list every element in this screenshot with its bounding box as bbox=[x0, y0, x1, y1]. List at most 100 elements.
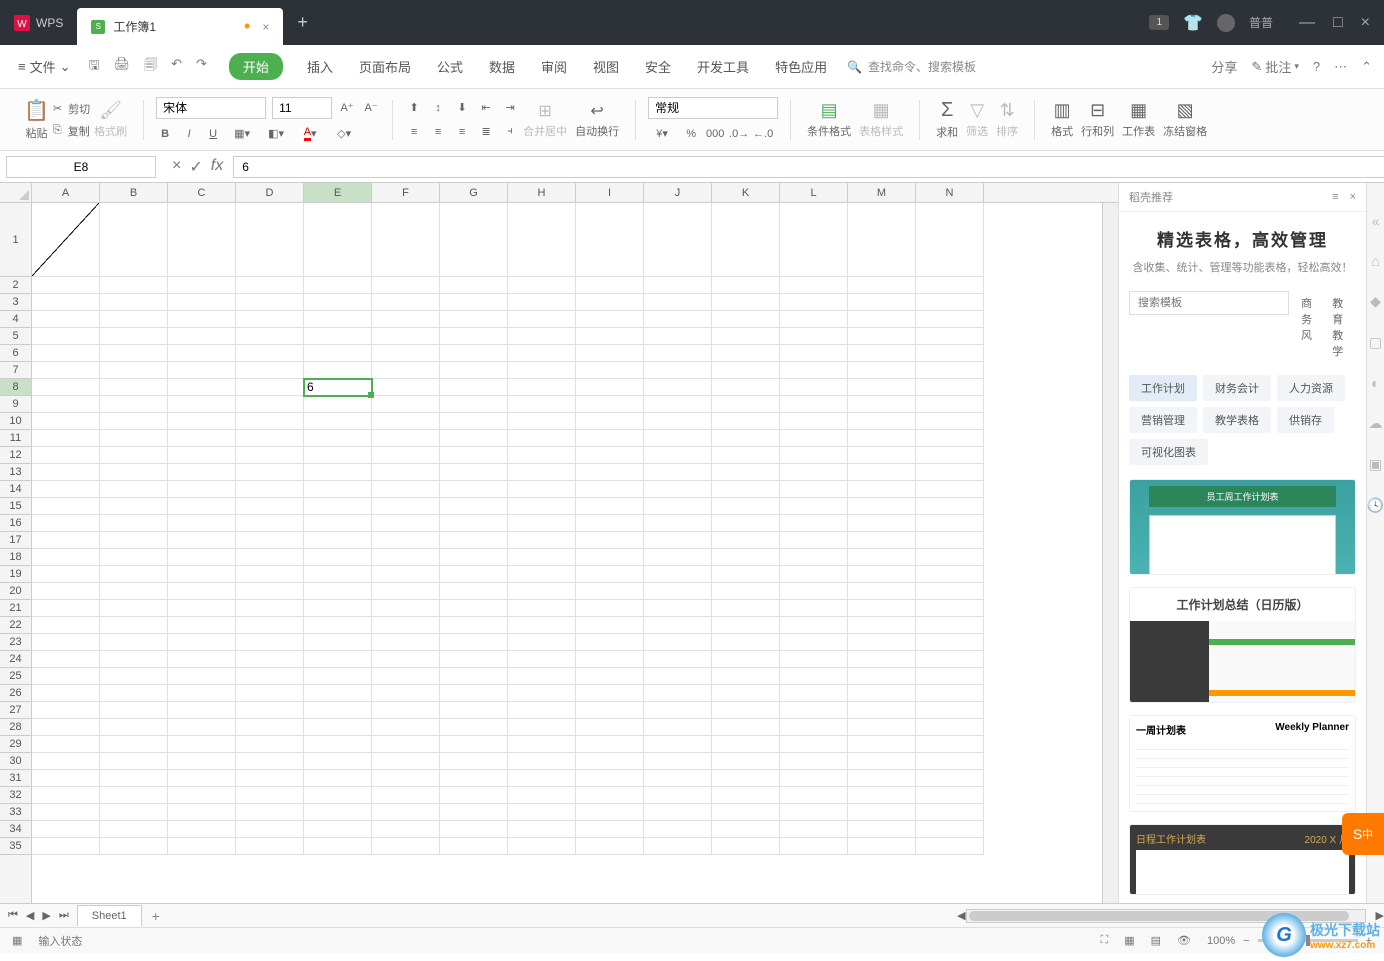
cell[interactable] bbox=[576, 481, 644, 498]
cell[interactable] bbox=[32, 396, 100, 413]
cell[interactable] bbox=[100, 566, 168, 583]
font-name-select[interactable] bbox=[156, 97, 266, 119]
cell[interactable] bbox=[644, 821, 712, 838]
cell[interactable] bbox=[372, 481, 440, 498]
cell[interactable] bbox=[712, 549, 780, 566]
cell[interactable] bbox=[916, 362, 984, 379]
currency-icon[interactable]: ¥▾ bbox=[648, 125, 676, 143]
comma-icon[interactable]: 000 bbox=[706, 125, 724, 143]
cell[interactable] bbox=[916, 498, 984, 515]
cell[interactable] bbox=[508, 753, 576, 770]
cell[interactable] bbox=[848, 498, 916, 515]
row-header[interactable]: 33 bbox=[0, 804, 31, 821]
cell[interactable] bbox=[712, 515, 780, 532]
row-header[interactable]: 9 bbox=[0, 396, 31, 413]
sidebar-backup-icon[interactable]: ☁ bbox=[1369, 415, 1383, 432]
cancel-formula-icon[interactable]: × bbox=[172, 157, 181, 177]
cell[interactable] bbox=[848, 294, 916, 311]
copy-button[interactable]: ⎘复制 bbox=[53, 123, 90, 139]
cell[interactable] bbox=[712, 617, 780, 634]
cell[interactable] bbox=[304, 498, 372, 515]
cell[interactable] bbox=[780, 311, 848, 328]
wps-logo[interactable]: W WPS bbox=[0, 0, 77, 45]
cell[interactable] bbox=[440, 464, 508, 481]
cell[interactable] bbox=[848, 583, 916, 600]
cell[interactable] bbox=[304, 838, 372, 855]
sheet-nav-last-icon[interactable]: ⏭ bbox=[59, 909, 69, 922]
menu-tab-6[interactable]: 视图 bbox=[591, 53, 621, 80]
cell[interactable] bbox=[168, 464, 236, 481]
cell[interactable] bbox=[576, 464, 644, 481]
cell[interactable] bbox=[32, 464, 100, 481]
help-icon[interactable]: ? bbox=[1313, 59, 1320, 74]
cell[interactable] bbox=[712, 413, 780, 430]
row-header[interactable]: 3 bbox=[0, 294, 31, 311]
cell[interactable] bbox=[304, 328, 372, 345]
cell[interactable] bbox=[304, 617, 372, 634]
cell[interactable] bbox=[304, 770, 372, 787]
cell[interactable] bbox=[712, 294, 780, 311]
cell[interactable] bbox=[644, 328, 712, 345]
cell[interactable] bbox=[916, 464, 984, 481]
cell[interactable] bbox=[916, 583, 984, 600]
view-page-icon[interactable]: ▤ bbox=[1151, 934, 1161, 947]
cell[interactable] bbox=[848, 702, 916, 719]
cell[interactable] bbox=[508, 787, 576, 804]
merge-center-button[interactable]: ⊞ 合并居中 bbox=[519, 101, 571, 139]
cell[interactable] bbox=[848, 736, 916, 753]
cell[interactable] bbox=[32, 600, 100, 617]
cell[interactable] bbox=[100, 345, 168, 362]
cell[interactable] bbox=[32, 804, 100, 821]
cell[interactable] bbox=[32, 515, 100, 532]
close-window-icon[interactable]: × bbox=[1361, 14, 1370, 32]
cell[interactable] bbox=[916, 753, 984, 770]
cell[interactable] bbox=[100, 294, 168, 311]
percent-icon[interactable]: % bbox=[682, 125, 700, 143]
template-tag[interactable]: 教学表格 bbox=[1203, 407, 1271, 433]
cell[interactable] bbox=[372, 515, 440, 532]
row-header[interactable]: 27 bbox=[0, 702, 31, 719]
row-header[interactable]: 17 bbox=[0, 532, 31, 549]
cell[interactable] bbox=[644, 600, 712, 617]
cell[interactable] bbox=[712, 719, 780, 736]
cell[interactable] bbox=[916, 617, 984, 634]
cell[interactable] bbox=[644, 294, 712, 311]
cell[interactable] bbox=[236, 311, 304, 328]
cell[interactable] bbox=[440, 515, 508, 532]
col-header[interactable]: K bbox=[712, 183, 780, 202]
cell[interactable] bbox=[848, 311, 916, 328]
cell[interactable] bbox=[236, 736, 304, 753]
row-header[interactable]: 5 bbox=[0, 328, 31, 345]
cell[interactable] bbox=[644, 736, 712, 753]
cell[interactable] bbox=[576, 311, 644, 328]
cell[interactable] bbox=[576, 770, 644, 787]
cell[interactable] bbox=[576, 362, 644, 379]
cell[interactable] bbox=[848, 600, 916, 617]
add-tab-button[interactable]: + bbox=[283, 12, 322, 33]
cell[interactable] bbox=[644, 787, 712, 804]
cell[interactable] bbox=[712, 838, 780, 855]
cell[interactable] bbox=[508, 685, 576, 702]
template-card[interactable]: 工作计划总结（日历版） bbox=[1129, 587, 1356, 703]
cell[interactable] bbox=[236, 413, 304, 430]
cell[interactable] bbox=[576, 719, 644, 736]
cell[interactable] bbox=[508, 277, 576, 294]
cell[interactable] bbox=[916, 396, 984, 413]
notification-badge[interactable]: 1 bbox=[1149, 15, 1169, 30]
cell[interactable] bbox=[440, 634, 508, 651]
cell[interactable] bbox=[848, 413, 916, 430]
row-header[interactable]: 11 bbox=[0, 430, 31, 447]
maximize-icon[interactable]: □ bbox=[1333, 14, 1343, 32]
sidebar-history-icon[interactable]: 🕓 bbox=[1367, 497, 1384, 514]
decrease-font-icon[interactable]: A⁻ bbox=[362, 99, 380, 117]
close-tab-icon[interactable]: × bbox=[262, 20, 269, 34]
cell[interactable] bbox=[644, 719, 712, 736]
cell[interactable] bbox=[440, 379, 508, 396]
cell[interactable] bbox=[440, 311, 508, 328]
cell[interactable] bbox=[916, 515, 984, 532]
cell[interactable] bbox=[780, 379, 848, 396]
cell[interactable] bbox=[236, 532, 304, 549]
cell[interactable] bbox=[712, 311, 780, 328]
cell[interactable] bbox=[712, 651, 780, 668]
cell[interactable] bbox=[304, 447, 372, 464]
